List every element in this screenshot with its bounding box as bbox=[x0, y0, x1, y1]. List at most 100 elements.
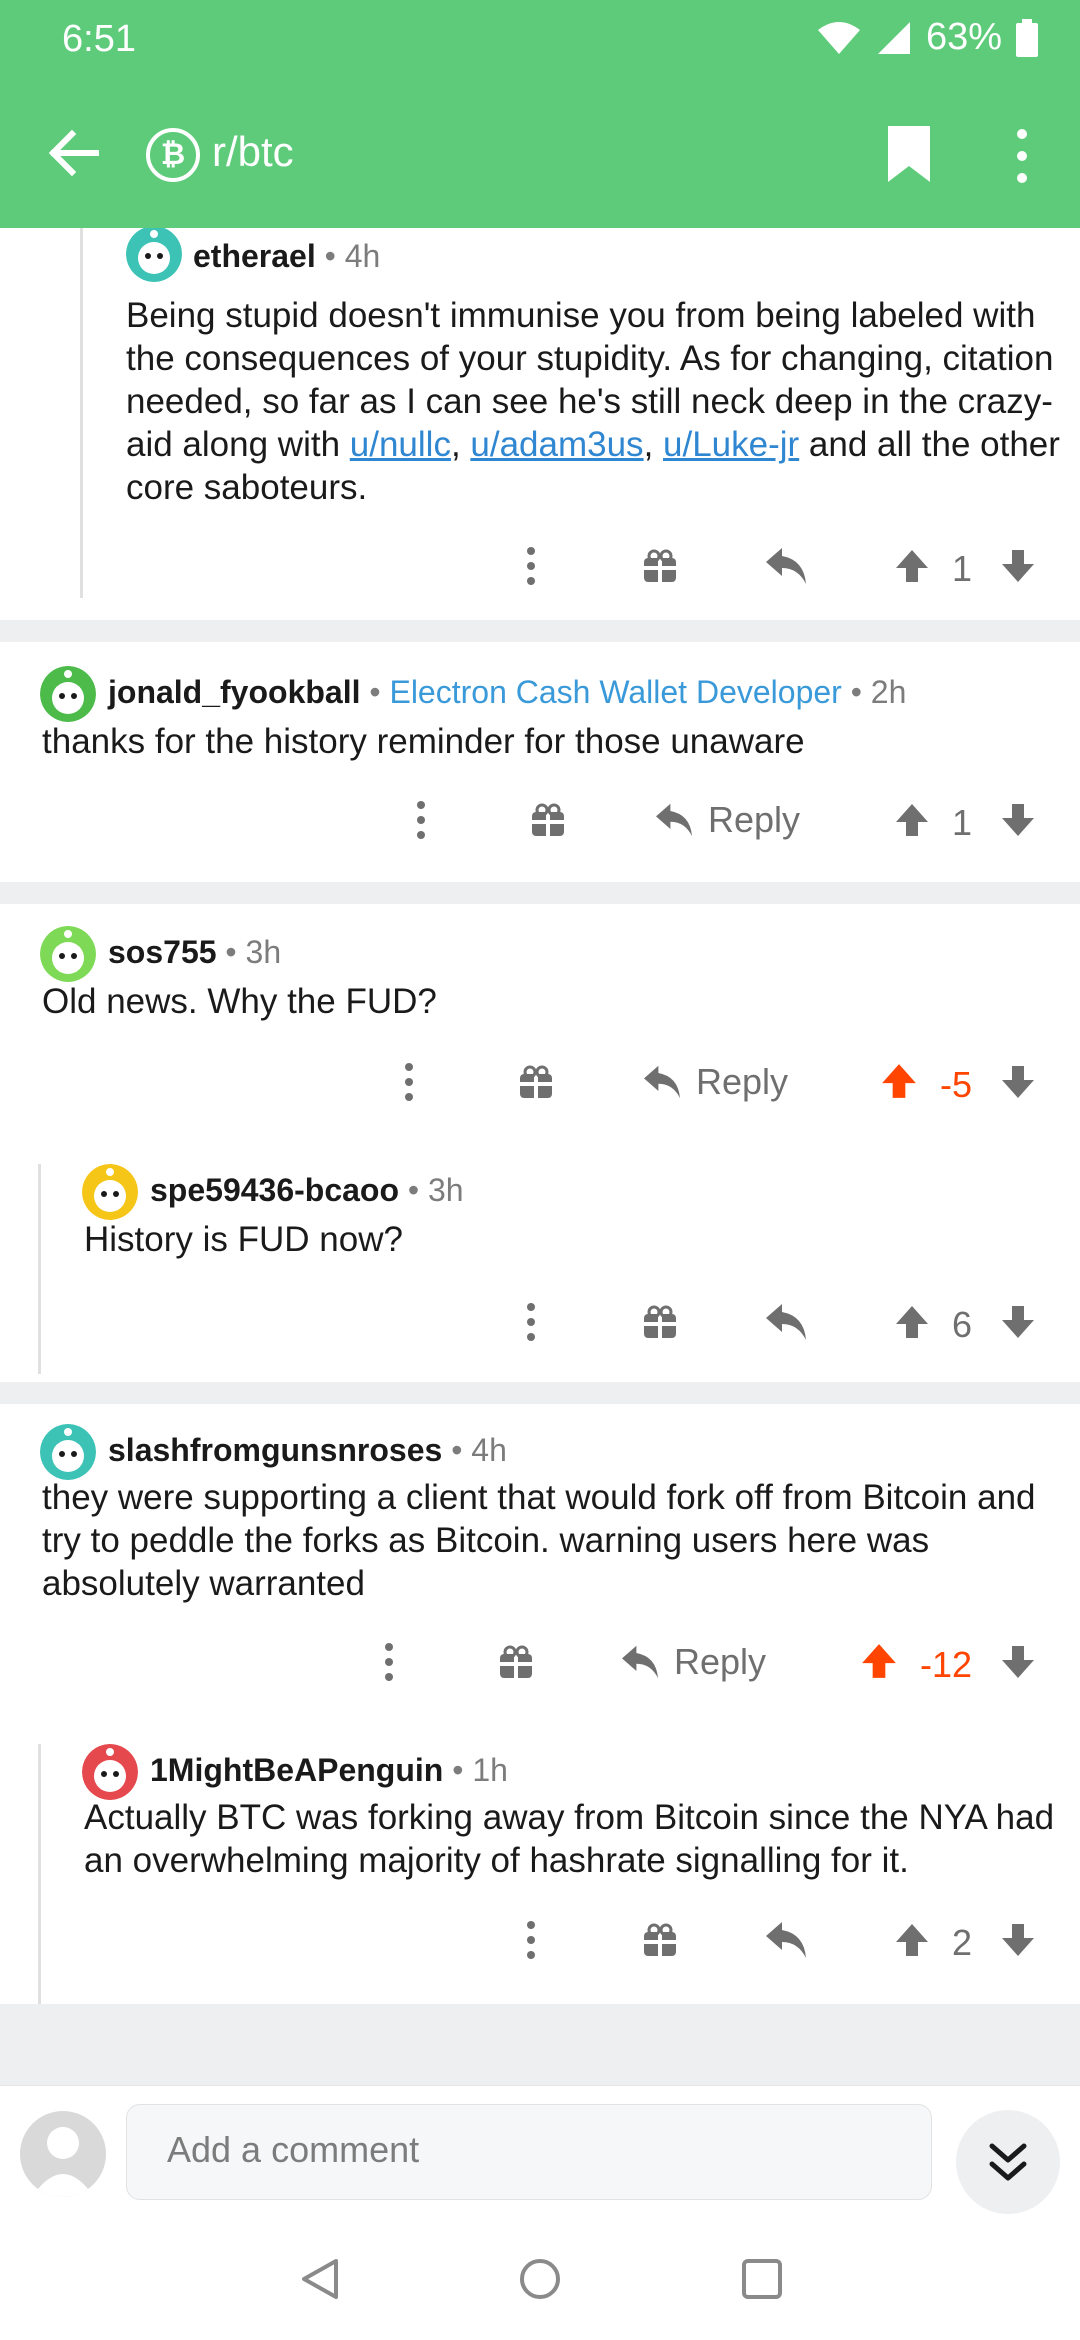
reply-icon bbox=[622, 1645, 658, 1679]
gift-award-icon[interactable] bbox=[498, 1644, 534, 1680]
vote-score: 6 bbox=[952, 1304, 973, 1345]
subreddit-icon[interactable]: ₿ bbox=[146, 128, 200, 182]
bookmark-icon[interactable] bbox=[886, 124, 932, 184]
comment-time: 3h bbox=[428, 1172, 464, 1208]
more-options-icon[interactable] bbox=[402, 1062, 416, 1102]
reply-icon bbox=[644, 1065, 680, 1099]
comment-text: , bbox=[450, 425, 471, 464]
thread-line bbox=[38, 1744, 41, 2004]
user-avatar[interactable] bbox=[82, 1744, 138, 1800]
vote-score: 1 bbox=[952, 548, 973, 589]
add-comment-input[interactable]: Add a comment bbox=[126, 2104, 932, 2200]
user-avatar[interactable] bbox=[40, 666, 96, 722]
nav-recents-icon[interactable] bbox=[740, 2257, 784, 2301]
comment-body: Actually BTC was forking away from Bitco… bbox=[84, 1798, 1055, 1880]
comment-time: 2h bbox=[870, 674, 907, 710]
reply-icon bbox=[656, 803, 692, 837]
reply-button[interactable]: Reply bbox=[620, 1634, 766, 1690]
user-mention-link[interactable]: u/Luke-jr bbox=[663, 425, 799, 464]
gift-award-icon[interactable] bbox=[530, 802, 566, 838]
app-header: 6:51 63% ₿ r/btc bbox=[0, 0, 1080, 228]
more-options-icon[interactable] bbox=[382, 1642, 396, 1682]
user-mention-link[interactable]: u/nullc bbox=[350, 425, 451, 464]
comment-item: spe59436-bcaoo • 3h History is FUD now? … bbox=[0, 1144, 1080, 1382]
comment-time: 1h bbox=[472, 1752, 508, 1788]
status-bar: 6:51 63% bbox=[0, 0, 1080, 80]
comment-author[interactable]: 1MightBeAPenguin bbox=[150, 1752, 443, 1788]
vote-score: 2 bbox=[952, 1922, 973, 1963]
comment-item: 1MightBeAPenguin • 1h Actually BTC was f… bbox=[0, 1724, 1080, 2004]
gift-award-icon[interactable] bbox=[642, 548, 678, 584]
subreddit-name[interactable]: r/btc bbox=[212, 128, 294, 176]
gift-award-icon[interactable] bbox=[642, 1922, 678, 1958]
cell-signal-icon bbox=[877, 21, 910, 54]
comment-time: 4h bbox=[471, 1432, 507, 1468]
feed-end-spacer bbox=[0, 2004, 1080, 2085]
comment-composer: Add a comment bbox=[0, 2085, 1080, 2215]
comment-divider bbox=[0, 882, 1080, 904]
reply-button[interactable]: Reply bbox=[642, 1054, 788, 1110]
comment-body: thanks for the history reminder for thos… bbox=[42, 722, 805, 761]
battery-icon bbox=[1016, 18, 1038, 57]
current-user-avatar[interactable] bbox=[20, 2111, 106, 2197]
user-avatar[interactable] bbox=[126, 228, 182, 282]
user-avatar[interactable] bbox=[82, 1164, 138, 1220]
comment-author[interactable]: jonald_fyookball bbox=[108, 674, 360, 710]
user-avatar[interactable] bbox=[40, 926, 96, 982]
downvote-icon[interactable] bbox=[1000, 1064, 1036, 1100]
comment-item: jonald_fyookball • Electron Cash Wallet … bbox=[0, 642, 1080, 882]
comment-feed[interactable]: etherael • 4h Being stupid doesn't immun… bbox=[0, 228, 1080, 2085]
comment-item: slashfromgunsnroses • 4h they were suppo… bbox=[0, 1404, 1080, 1724]
downvote-icon[interactable] bbox=[1000, 1922, 1036, 1958]
user-mention-link[interactable]: u/adam3us bbox=[470, 425, 643, 464]
upvote-icon[interactable] bbox=[894, 1304, 930, 1340]
comment-body: Being stupid doesn't immunise you from b… bbox=[126, 294, 1066, 509]
nav-home-icon[interactable] bbox=[518, 2257, 562, 2301]
vote-score: -5 bbox=[940, 1064, 973, 1105]
reply-icon[interactable] bbox=[764, 1920, 808, 1960]
nav-back-icon[interactable] bbox=[298, 2257, 342, 2301]
collapse-comments-button[interactable] bbox=[956, 2110, 1060, 2214]
status-time: 6:51 bbox=[62, 18, 136, 60]
thread-line bbox=[38, 1164, 41, 1374]
comment-item: etherael • 4h Being stupid doesn't immun… bbox=[0, 228, 1080, 620]
comment-author[interactable]: slashfromgunsnroses bbox=[108, 1432, 442, 1468]
wifi-icon bbox=[817, 21, 860, 54]
user-silhouette-icon bbox=[32, 2127, 94, 2197]
overflow-menu-icon[interactable] bbox=[1010, 126, 1034, 186]
double-chevron-down-icon bbox=[989, 2143, 1027, 2181]
gift-award-icon[interactable] bbox=[642, 1304, 678, 1340]
battery-percent: 63% bbox=[925, 16, 1002, 58]
more-options-icon[interactable] bbox=[524, 1302, 538, 1342]
user-flair: Electron Cash Wallet Developer bbox=[389, 674, 842, 710]
back-arrow-icon[interactable] bbox=[44, 124, 102, 182]
more-options-icon[interactable] bbox=[524, 546, 538, 586]
comment-divider bbox=[0, 1382, 1080, 1404]
comment-author[interactable]: sos755 bbox=[108, 934, 217, 970]
comment-text: , bbox=[643, 425, 664, 464]
downvote-icon[interactable] bbox=[1000, 548, 1036, 584]
comment-body: Old news. Why the FUD? bbox=[42, 982, 437, 1021]
upvote-icon[interactable] bbox=[894, 548, 930, 584]
upvote-icon[interactable] bbox=[894, 1922, 930, 1958]
comment-author[interactable]: etherael bbox=[193, 238, 316, 274]
reply-icon[interactable] bbox=[764, 1302, 808, 1342]
more-options-icon[interactable] bbox=[414, 800, 428, 840]
downvote-icon[interactable] bbox=[1000, 1304, 1036, 1340]
app-bar: ₿ r/btc bbox=[0, 100, 1080, 208]
comment-body: they were supporting a client that would… bbox=[42, 1478, 1036, 1603]
reply-icon[interactable] bbox=[764, 546, 808, 586]
comment-time: 4h bbox=[344, 238, 381, 274]
upvote-icon[interactable] bbox=[860, 1642, 898, 1680]
upvote-icon[interactable] bbox=[894, 802, 930, 838]
upvote-icon[interactable] bbox=[880, 1062, 918, 1100]
vote-score: -12 bbox=[920, 1644, 973, 1685]
downvote-icon[interactable] bbox=[1000, 1644, 1036, 1680]
reply-button[interactable]: Reply bbox=[654, 792, 800, 848]
downvote-icon[interactable] bbox=[1000, 802, 1036, 838]
comment-author[interactable]: spe59436-bcaoo bbox=[150, 1172, 399, 1208]
gift-award-icon[interactable] bbox=[518, 1064, 554, 1100]
user-avatar[interactable] bbox=[40, 1424, 96, 1480]
more-options-icon[interactable] bbox=[524, 1920, 538, 1960]
comment-time: 3h bbox=[245, 934, 282, 970]
